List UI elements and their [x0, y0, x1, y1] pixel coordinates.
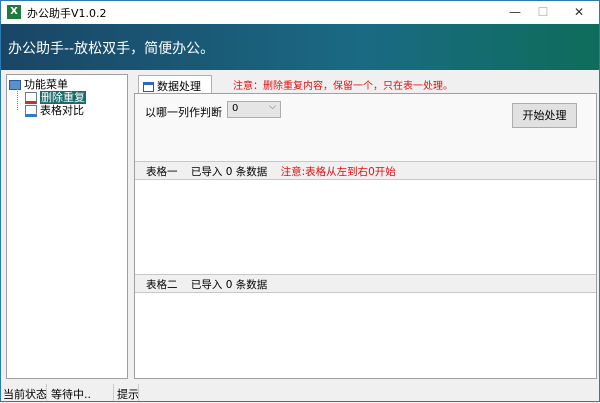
title-bar: X 办公助手V1.0.2 — ☐ ✕ — [1, 1, 599, 24]
table2-count: 0 — [225, 279, 233, 291]
table1-grid[interactable] — [135, 180, 596, 274]
maximize-button[interactable]: ☐ — [523, 1, 563, 24]
table1-name: 表格一 — [146, 166, 178, 178]
status-bar: 当前状态 等待中.. 提示 — [1, 384, 599, 403]
window-title: 办公助手V1.0.2 — [27, 7, 107, 20]
tab-panel: 以哪一列作判断 0 ⌵ 开始处理 表格一 已导入 0 条数据 注意:表格从左到右… — [134, 93, 597, 379]
start-button[interactable]: 开始处理 — [512, 103, 577, 128]
column-select[interactable]: 0 ⌵ — [227, 101, 281, 118]
computer-icon — [9, 80, 21, 90]
status-label: 当前状态 — [3, 388, 47, 401]
table1-count: 0 — [225, 166, 233, 178]
function-tree[interactable]: 功能菜单 删除重复 表格对比 — [6, 74, 128, 379]
window-icon — [143, 82, 154, 92]
tab-note: 注意：删除重复内容，保留一个，只在表一处理。 — [233, 81, 453, 92]
tab-data-processing[interactable]: 数据处理区 — [138, 75, 212, 109]
divider — [46, 384, 47, 401]
column-label: 以哪一列作判断 — [145, 106, 222, 119]
status-value: 等待中.. — [51, 388, 91, 401]
divider — [113, 384, 114, 401]
close-button[interactable]: ✕ — [559, 1, 599, 24]
table1-imported: 已导入 — [190, 166, 223, 178]
table2-grid[interactable] — [135, 293, 596, 378]
table2-header: 表格二 已导入 0 条数据 — [135, 274, 596, 293]
tree-item-label: 表格对比 — [40, 104, 84, 117]
app-icon: X — [7, 5, 21, 19]
table2-name: 表格二 — [146, 279, 178, 291]
table1-unit: 条数据 — [235, 166, 268, 178]
chevron-down-icon: ⌵ — [269, 102, 276, 112]
table2-unit: 条数据 — [235, 279, 268, 291]
tree-line — [17, 88, 18, 110]
banner-text: 办公助手--放松双手，简便办公。 — [8, 41, 215, 57]
column-select-value: 0 — [232, 103, 239, 114]
tree-item-table-compare[interactable]: 表格对比 — [25, 102, 84, 118]
options-panel: 以哪一列作判断 0 ⌵ 开始处理 — [135, 94, 596, 161]
document-compare-icon — [25, 105, 37, 117]
status-hint: 提示 — [117, 388, 139, 401]
table2-imported: 已导入 — [190, 279, 223, 291]
table1-header: 表格一 已导入 0 条数据 注意:表格从左到右0开始 — [135, 161, 596, 180]
divider — [138, 384, 139, 401]
table1-note: 注意:表格从左到右0开始 — [280, 166, 396, 178]
banner: 办公助手--放松双手，简便办公。 — [1, 24, 599, 70]
